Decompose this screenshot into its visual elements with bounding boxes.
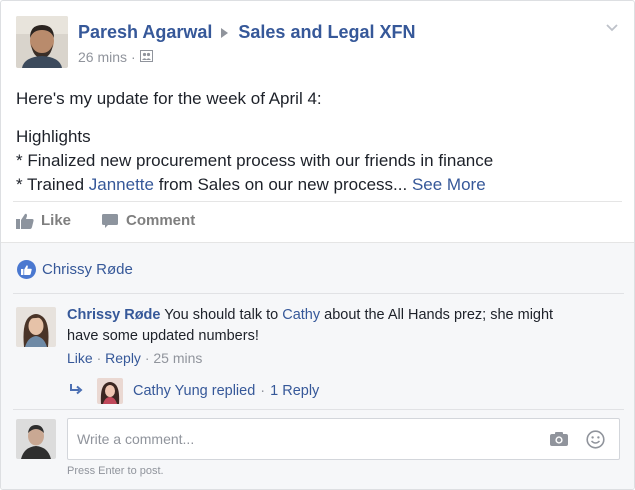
comment-text-before: You should talk to xyxy=(160,307,283,323)
replies-summary[interactable]: Cathy Yung replied · 1 Reply xyxy=(69,378,319,404)
avatar xyxy=(97,378,123,404)
smiley-icon[interactable] xyxy=(586,430,605,452)
like-button[interactable]: Like xyxy=(16,212,71,229)
comment-author[interactable]: Chrissy Røde xyxy=(67,307,160,323)
post-card: Paresh Agarwal Sales and Legal XFN 26 mi… xyxy=(0,0,635,490)
separator: · xyxy=(260,383,266,399)
comment-reply-link[interactable]: Reply xyxy=(105,350,141,366)
reply-arrow-icon xyxy=(69,383,83,399)
group-name[interactable]: Sales and Legal XFN xyxy=(238,22,415,43)
comments-section: Chrissy Røde Chrissy Røde You should tal… xyxy=(1,242,634,489)
mention-jannette[interactable]: Jannette xyxy=(89,175,154,194)
comment-actions: Like · Reply · 25 mins xyxy=(67,350,202,366)
post-meta: 26 mins · xyxy=(78,49,153,65)
post-bullet-2: * Trained Jannette from Sales on our new… xyxy=(16,173,493,197)
divider xyxy=(13,293,624,294)
comment-label: Comment xyxy=(126,212,196,229)
divider xyxy=(13,201,622,202)
post-timestamp[interactable]: 26 mins xyxy=(78,49,127,65)
see-more-link[interactable]: See More xyxy=(412,175,486,194)
post-header: Paresh Agarwal Sales and Legal XFN xyxy=(78,22,415,43)
meta-separator: · xyxy=(131,49,136,65)
bullet-2-prefix: * Trained xyxy=(16,175,89,194)
thumbs-up-icon xyxy=(16,213,34,229)
separator: · xyxy=(96,350,102,366)
post-actions: Like Comment xyxy=(16,212,225,229)
comment-text: Chrissy Røde You should talk to Cathy ab… xyxy=(67,305,587,347)
comment-bubble-icon xyxy=(102,213,119,228)
comment-button[interactable]: Comment xyxy=(101,212,195,229)
comment-timestamp[interactable]: 25 mins xyxy=(153,350,202,366)
avatar[interactable] xyxy=(16,419,56,459)
arrow-right-icon xyxy=(221,27,229,38)
comment-input-placeholder: Write a comment... xyxy=(77,431,195,447)
author-name[interactable]: Paresh Agarwal xyxy=(78,22,212,43)
post-content: Here's my update for the week of April 4… xyxy=(16,87,493,197)
post-highlights-heading: Highlights xyxy=(16,127,91,146)
chevron-down-icon[interactable] xyxy=(604,19,620,35)
author-avatar[interactable] xyxy=(16,16,68,68)
avatar[interactable] xyxy=(16,307,56,347)
likes-summary[interactable]: Chrissy Røde xyxy=(17,260,133,279)
mention-cathy[interactable]: Cathy xyxy=(282,307,320,323)
comment-like-link[interactable]: Like xyxy=(67,350,93,366)
press-enter-hint: Press Enter to post. xyxy=(67,465,164,477)
reply-count: 1 Reply xyxy=(270,383,320,399)
post-bullet-1: * Finalized new procurement process with… xyxy=(16,151,494,170)
post-intro: Here's my update for the week of April 4… xyxy=(16,89,322,108)
likers-names: Chrissy Røde xyxy=(42,261,133,278)
group-audience-icon[interactable] xyxy=(139,49,153,65)
divider xyxy=(13,409,624,410)
comment-input[interactable]: Write a comment... xyxy=(67,418,620,460)
camera-icon[interactable] xyxy=(549,431,569,450)
bullet-2-suffix: from Sales on our new process... xyxy=(154,175,412,194)
separator: · xyxy=(144,350,150,366)
like-badge-icon xyxy=(17,260,36,279)
reply-author-text: Cathy Yung replied xyxy=(133,383,256,399)
like-label: Like xyxy=(41,212,72,229)
